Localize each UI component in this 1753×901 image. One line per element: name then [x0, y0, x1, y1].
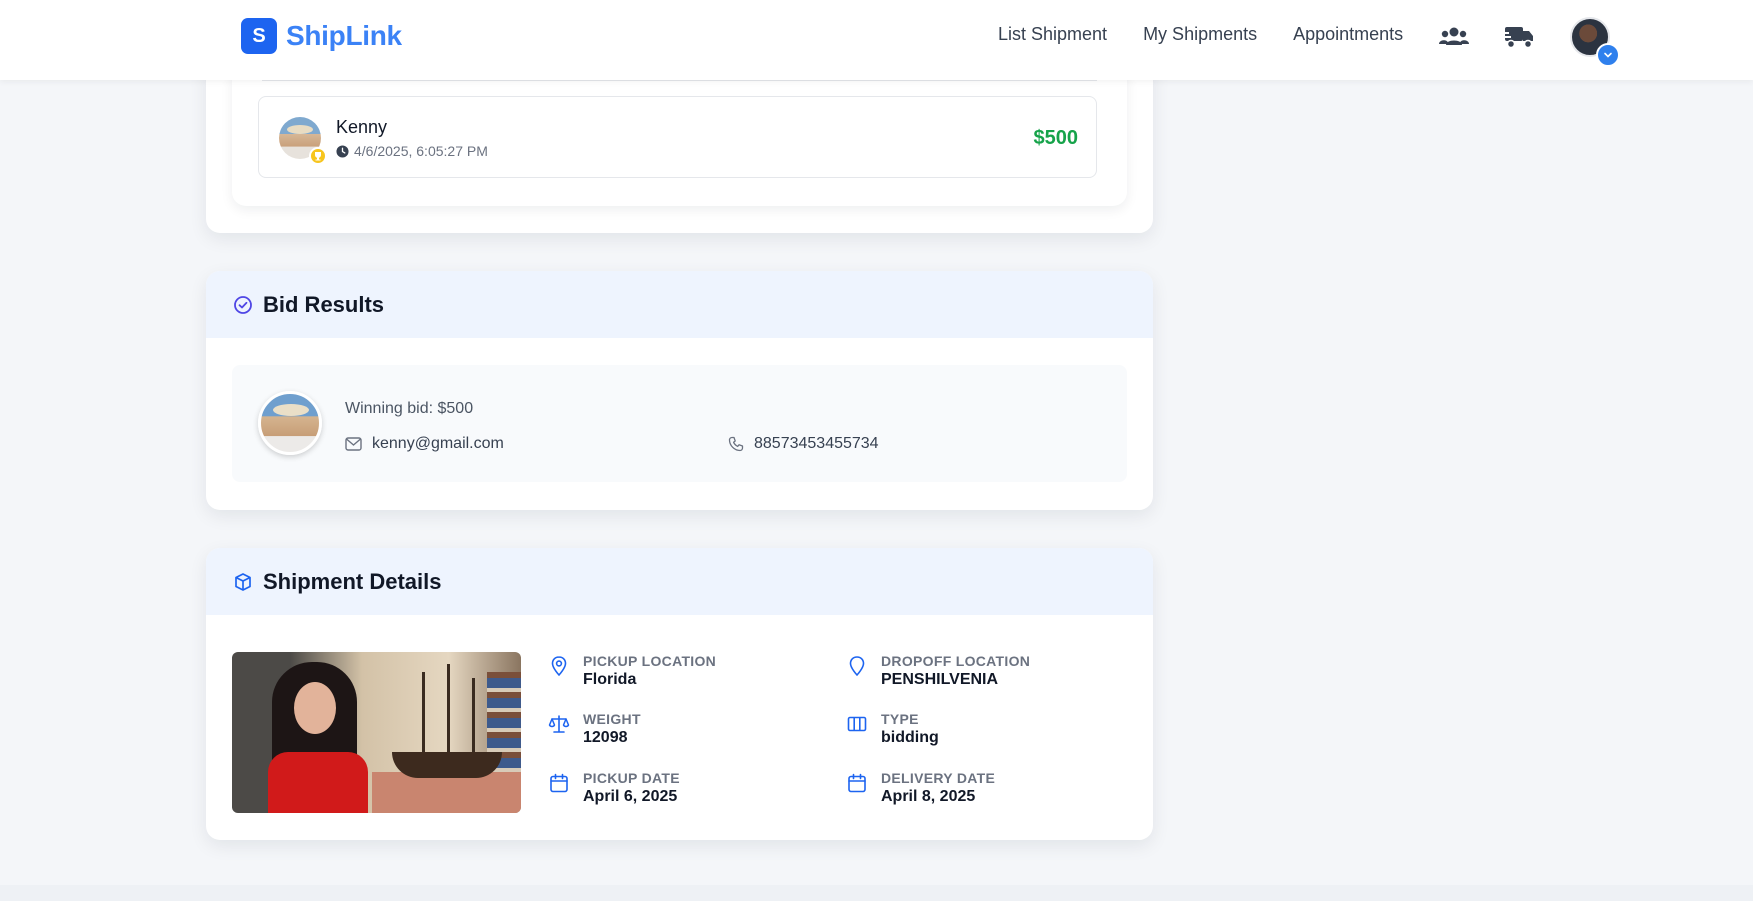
divider: [262, 80, 1097, 81]
nav-list-shipment[interactable]: List Shipment: [998, 24, 1107, 45]
delivery-date-value: April 8, 2025: [881, 788, 976, 805]
bid-results-header: Bid Results: [206, 271, 1153, 338]
trophy-icon: [309, 147, 327, 165]
brand-name: ShipLink: [286, 20, 402, 51]
bid-time-text: 4/6/2025, 6:05:27 PM: [354, 143, 488, 159]
shipment-image[interactable]: [232, 652, 521, 813]
dropoff-location-value: PENSHILVENIA: [881, 671, 999, 688]
brand-logo: S: [241, 18, 277, 54]
map-pin-icon: [551, 656, 567, 677]
phone-text[interactable]: 88573453455734: [754, 435, 879, 453]
pickup-date: PICKUP DATE April 6, 2025: [548, 770, 680, 806]
winner-phone: 88573453455734: [728, 435, 879, 453]
user-avatar-menu[interactable]: [1570, 17, 1620, 67]
delivery-date: DELIVERY DATE April 8, 2025: [846, 770, 995, 806]
winner-panel: Winning bid: $500 kenny@gmail.com 885734…: [232, 365, 1127, 482]
winning-bid: Winning bid: $500: [345, 400, 474, 417]
pickup-date-label: PICKUP DATE: [583, 770, 680, 786]
dropoff-location-label: DROPOFF LOCATION: [881, 653, 1031, 669]
type-value: bidding: [881, 729, 939, 746]
delivery-date-label: DELIVERY DATE: [881, 770, 996, 786]
pickup-location: PICKUP LOCATION Florida: [548, 653, 716, 689]
calendar-icon: [848, 773, 866, 793]
clock-icon: [336, 144, 349, 158]
shipment-details-card: Shipment Details PICKUP LOCATION Florida…: [206, 548, 1153, 840]
brand[interactable]: S ShipLink: [241, 18, 402, 54]
bid-amount: $500: [1033, 127, 1079, 149]
check-circle-icon: [234, 295, 252, 314]
main-nav: List Shipment My Shipments Appointments: [998, 24, 1439, 45]
shipment-type: TYPE bidding: [846, 711, 939, 747]
nav-appointments[interactable]: Appointments: [1293, 24, 1403, 45]
scale-icon: [548, 715, 570, 733]
bid-results-title: Bid Results: [263, 291, 385, 317]
shipment-details-header: Shipment Details: [206, 548, 1153, 615]
location-pin-icon: [849, 656, 865, 677]
box-icon: [235, 572, 251, 591]
bid-results-card: Bid Results Winning bid: $500 kenny@gmai…: [206, 271, 1153, 510]
weight-label: WEIGHT: [583, 711, 641, 727]
winner-avatar: [258, 391, 322, 455]
type-label: TYPE: [881, 711, 919, 727]
columns-icon: [847, 716, 867, 732]
mail-icon: [345, 437, 362, 451]
dropoff-location: DROPOFF LOCATION PENSHILVENIA: [846, 653, 1030, 689]
weight-value: 12098: [583, 729, 628, 746]
winner-email: kenny@gmail.com: [345, 435, 504, 453]
bid-row: Kenny 4/6/2025, 6:05:27 PM $500: [258, 96, 1097, 178]
nav-my-shipments[interactable]: My Shipments: [1143, 24, 1257, 45]
weight: WEIGHT 12098: [548, 711, 641, 747]
chevron-down-icon: [1596, 43, 1620, 67]
email-text[interactable]: kenny@gmail.com: [372, 435, 504, 453]
bidder-name: Kenny: [336, 117, 388, 137]
pickup-date-value: April 6, 2025: [583, 788, 678, 805]
calendar-icon: [550, 773, 568, 793]
users-icon[interactable]: [1439, 26, 1469, 53]
pickup-location-value: Florida: [583, 671, 637, 688]
page-footer-edge: [0, 885, 1753, 901]
truck-icon[interactable]: [1503, 24, 1535, 55]
top-navbar: S ShipLink List Shipment My Shipments Ap…: [0, 0, 1753, 80]
phone-icon: [728, 436, 744, 452]
pickup-location-label: PICKUP LOCATION: [583, 653, 717, 669]
shipment-details-title: Shipment Details: [263, 568, 442, 594]
bid-timestamp: 4/6/2025, 6:05:27 PM: [336, 143, 488, 159]
